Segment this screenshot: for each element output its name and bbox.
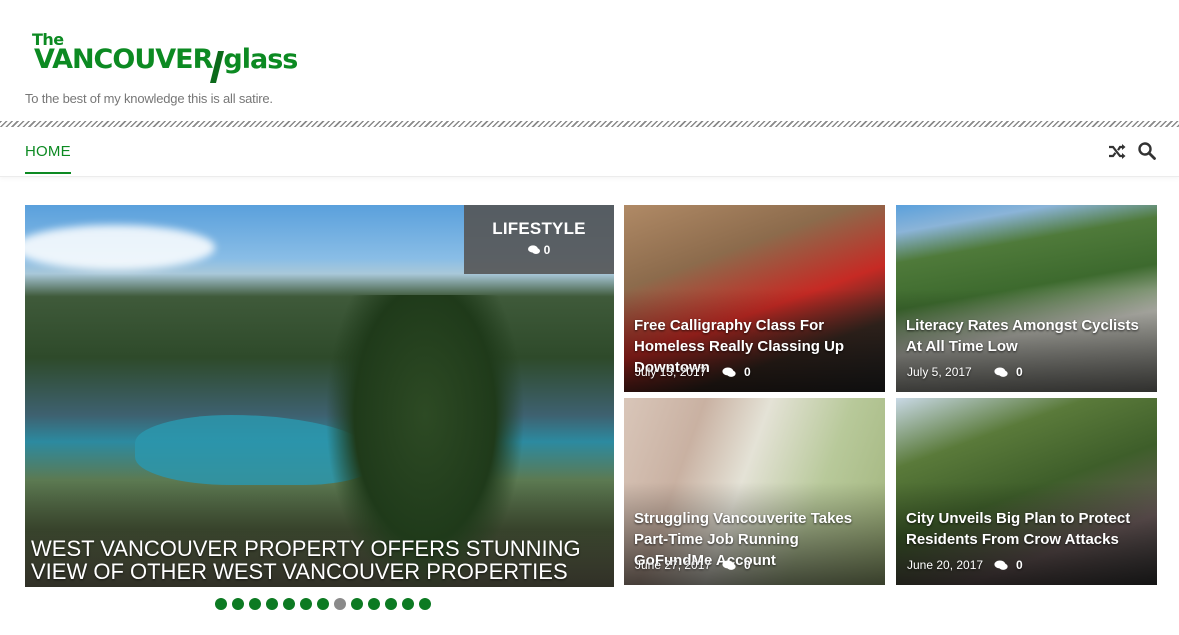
comments-icon (994, 559, 1008, 570)
slider-dot[interactable] (317, 598, 329, 610)
slider-dot[interactable] (249, 598, 261, 610)
featured-comments: 0 (543, 243, 551, 257)
slider-dot[interactable] (215, 598, 227, 610)
slider-dot[interactable] (351, 598, 363, 610)
featured-title[interactable]: WEST VANCOUVER PROPERTY OFFERS STUNNING … (31, 537, 606, 583)
site-tagline: To the best of my knowledge this is all … (25, 91, 273, 106)
comments-icon (722, 366, 736, 377)
shuffle-icon[interactable] (1107, 141, 1127, 161)
post-comments[interactable]: 0 (722, 365, 751, 379)
post-date: June 20, 2017 (907, 558, 984, 572)
post-card[interactable]: Struggling Vancouverite Takes Part-Time … (624, 398, 885, 585)
post-comments[interactable]: 0 (722, 558, 751, 572)
post-date: July 5, 2017 (907, 365, 972, 379)
comment-count: 0 (744, 365, 751, 379)
post-date: June 27, 2017 (635, 558, 712, 572)
comment-count: 0 (464, 243, 614, 257)
category-link[interactable]: LIFESTYLE (464, 219, 614, 239)
search-icon[interactable] (1137, 141, 1157, 161)
post-meta: July 5, 2017 0 (907, 365, 1147, 379)
post-title[interactable]: City Unveils Big Plan to Protect Residen… (906, 508, 1146, 550)
slider-dot[interactable] (368, 598, 380, 610)
slider-dot[interactable] (334, 598, 346, 610)
comments-icon (527, 245, 540, 254)
post-card[interactable]: Literacy Rates Amongst Cyclists At All T… (896, 205, 1157, 392)
slider-dot[interactable] (232, 598, 244, 610)
post-card[interactable]: City Unveils Big Plan to Protect Residen… (896, 398, 1157, 585)
comment-count: 0 (1016, 365, 1023, 379)
slider-dot[interactable] (300, 598, 312, 610)
slider-dot[interactable] (402, 598, 414, 610)
logo-main: VANCOUVER (34, 44, 213, 75)
comments-icon (722, 559, 736, 570)
slider-dot[interactable] (419, 598, 431, 610)
post-title[interactable]: Literacy Rates Amongst Cyclists At All T… (906, 315, 1146, 357)
post-comments[interactable]: 0 (994, 558, 1023, 572)
post-meta: June 27, 2017 0 (635, 558, 875, 572)
slide-image-cloud (25, 225, 215, 270)
post-comments[interactable]: 0 (994, 365, 1023, 379)
logo-wordmark: VANCOUVER glass (34, 43, 298, 83)
comments-icon (994, 366, 1008, 377)
slider-dot[interactable] (283, 598, 295, 610)
post-date: July 13, 2017 (635, 365, 707, 379)
nav-tools (1107, 141, 1157, 161)
nav-item-home[interactable]: HOME (25, 143, 71, 174)
comment-count: 0 (1016, 558, 1023, 572)
comment-count: 0 (744, 558, 751, 572)
post-meta: June 20, 2017 0 (907, 558, 1147, 572)
featured-slide[interactable]: LIFESTYLE 0 WEST VANCOUVER PROPERTY OFFE… (25, 205, 614, 587)
site-logo[interactable]: The VANCOUVER glass (32, 30, 302, 83)
post-card[interactable]: Free Calligraphy Class For Homeless Real… (624, 205, 885, 392)
post-meta: July 13, 2017 0 (635, 365, 875, 379)
logo-glass: glass (223, 44, 298, 75)
slider-pagination (215, 598, 431, 610)
category-badge: LIFESTYLE 0 (464, 205, 614, 274)
main-nav: HOME (0, 127, 1179, 177)
slider-dot[interactable] (266, 598, 278, 610)
slider-dot[interactable] (385, 598, 397, 610)
